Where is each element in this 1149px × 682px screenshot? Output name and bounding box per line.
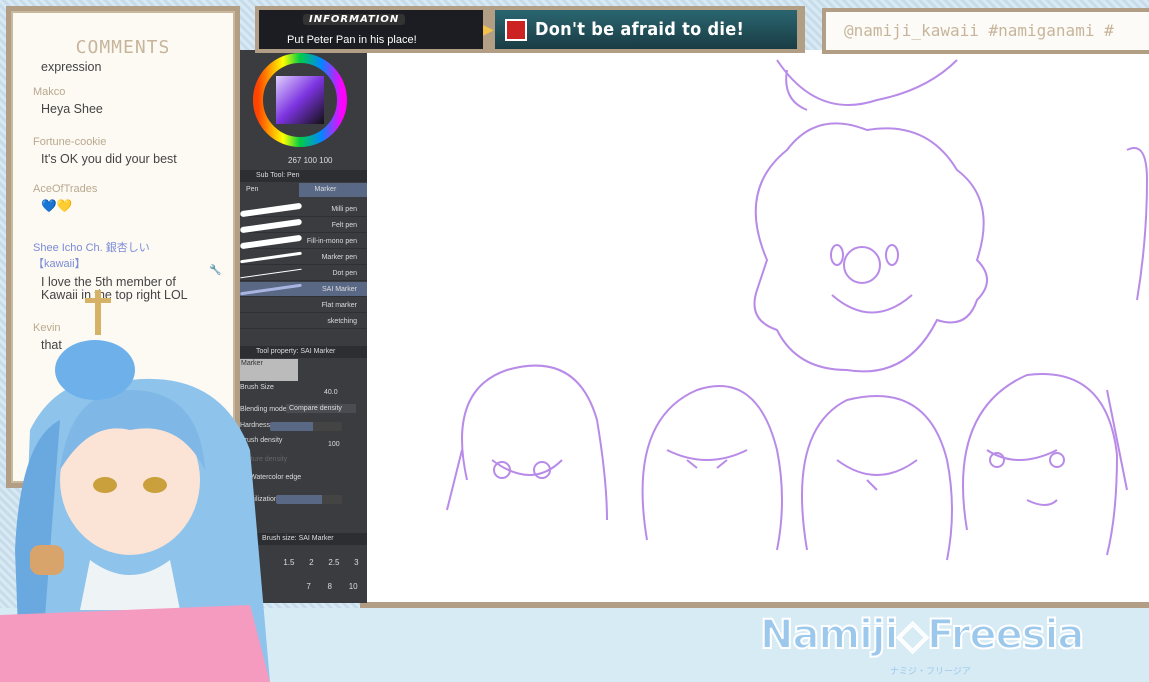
- color-values: 267 100 100: [288, 156, 333, 165]
- sketch-chibi-2: [641, 385, 783, 551]
- channel-logo-sub: ナミジ・フリージア: [890, 667, 971, 677]
- tab-marker[interactable]: Marker: [298, 183, 367, 197]
- sketch-chibi-3: [801, 395, 953, 561]
- comment-author: AceOfTrades: [33, 183, 98, 195]
- sketch-chibi-4: [962, 373, 1128, 556]
- comment-author: Makco: [33, 86, 66, 98]
- objective-text: Don't be afraid to die!: [535, 19, 745, 40]
- tab-pen[interactable]: Pen: [238, 183, 299, 197]
- comment-text: expression: [41, 60, 102, 74]
- comment-text: 💙💛: [41, 199, 73, 213]
- information-box: INFORMATION Put Peter Pan in his place!: [259, 10, 483, 49]
- comment-text: It's OK you did your best: [41, 152, 177, 166]
- sword-icon: [505, 18, 527, 41]
- brush-felt-pen[interactable]: Felt pen: [238, 218, 367, 234]
- vtuber-avatar: [0, 290, 270, 682]
- info-bar: INFORMATION Put Peter Pan in his place! …: [255, 6, 805, 53]
- sketch-chibi-1: [446, 364, 608, 521]
- brush-marker-pen[interactable]: Marker pen: [238, 250, 367, 265]
- comment-author: Fortune-cookie: [33, 136, 107, 148]
- objective-banner: Don't be afraid to die!: [495, 10, 797, 49]
- subtool-header: Sub Tool: Pen: [238, 170, 367, 182]
- social-bar: @namiji_kawaii #namiganami #: [822, 8, 1149, 54]
- arrow-icon: ▶: [483, 22, 494, 38]
- channel-logo: Namiji◇Freesia: [759, 611, 1085, 659]
- information-text: Put Peter Pan in his place!: [287, 34, 417, 46]
- brush-fill-in-mono-pen[interactable]: Fill-in-mono pen: [238, 234, 367, 250]
- brush-milli-pen[interactable]: Milli pen: [238, 202, 367, 218]
- comments-title: COMMENTS: [75, 37, 171, 58]
- canvas-frame: [360, 602, 1149, 608]
- drawing-canvas[interactable]: [367, 50, 1149, 603]
- social-handle: @namiji_kawaii #namiganami #: [826, 12, 1149, 50]
- sketch-drawings: [446, 59, 1149, 561]
- size-preset[interactable]: 3: [354, 558, 358, 567]
- color-wheel[interactable]: [244, 52, 356, 152]
- brush-dot-pen[interactable]: Dot pen: [238, 266, 367, 281]
- information-label: INFORMATION: [303, 14, 406, 25]
- comment-author-moderator: Shee Icho Ch. 銀杏しい【kawaii】: [33, 242, 150, 270]
- size-preset[interactable]: 10: [349, 582, 358, 591]
- comment-text: Heya Shee: [41, 102, 103, 116]
- wrench-icon: 🔧: [209, 265, 222, 276]
